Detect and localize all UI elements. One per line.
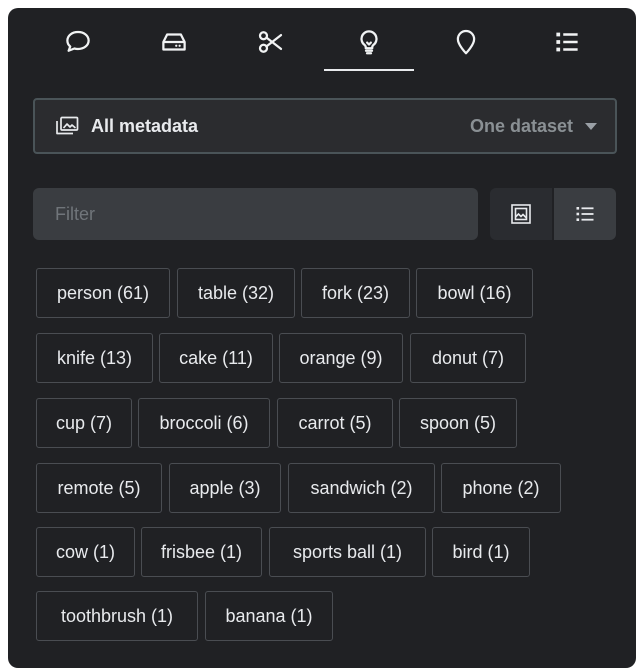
caret-down-icon — [585, 122, 597, 130]
tag-chip[interactable]: spoon (5) — [399, 398, 517, 448]
tag-chip[interactable]: sports ball (1) — [269, 527, 426, 577]
map-pin-icon — [456, 29, 476, 55]
tag-chip[interactable]: phone (2) — [441, 463, 561, 513]
tag-chip[interactable]: sandwich (2) — [288, 463, 435, 513]
tag-chip[interactable]: carrot (5) — [277, 398, 393, 448]
tag-chip[interactable]: orange (9) — [279, 333, 403, 383]
list-view-icon — [576, 207, 594, 221]
tab-list[interactable] — [532, 20, 602, 64]
image-stack-icon — [55, 115, 81, 137]
tag-chip[interactable]: bowl (16) — [416, 268, 533, 318]
list-icon — [556, 32, 578, 52]
tag-chip[interactable]: knife (13) — [36, 333, 153, 383]
tag-chip[interactable]: person (61) — [36, 268, 170, 318]
tag-chip[interactable]: cow (1) — [36, 527, 135, 577]
metadata-panel: All metadata One dataset person (61) tab… — [8, 8, 636, 668]
object-view-toggle[interactable] — [490, 188, 552, 240]
tag-chip[interactable]: banana (1) — [205, 591, 333, 641]
list-view-toggle[interactable] — [554, 188, 616, 240]
tag-chip[interactable]: table (32) — [177, 268, 295, 318]
scissors-icon — [258, 31, 283, 53]
tab-bar — [8, 8, 636, 80]
tab-scissors[interactable] — [236, 20, 306, 64]
tab-insights[interactable] — [334, 20, 404, 64]
object-detect-icon — [511, 204, 531, 224]
tag-chip[interactable]: bird (1) — [432, 527, 530, 577]
lightbulb-icon — [360, 30, 378, 55]
tag-chip[interactable]: apple (3) — [169, 463, 281, 513]
tab-location[interactable] — [431, 20, 501, 64]
tag-chip[interactable]: fork (23) — [301, 268, 410, 318]
tag-chip[interactable]: cake (11) — [159, 333, 273, 383]
tag-chip[interactable]: toothbrush (1) — [36, 591, 198, 641]
chat-bubble-icon — [66, 30, 90, 52]
tab-drive[interactable] — [139, 20, 209, 64]
hard-drive-icon — [162, 33, 186, 51]
dataset-scope: One dataset — [470, 116, 597, 137]
tag-chip[interactable]: broccoli (6) — [138, 398, 270, 448]
tag-chip[interactable]: frisbee (1) — [141, 527, 262, 577]
active-tab-indicator — [324, 69, 414, 71]
tag-chip[interactable]: donut (7) — [410, 333, 526, 383]
metadata-source-label: All metadata — [91, 115, 199, 136]
tag-chip[interactable]: cup (7) — [36, 398, 132, 448]
filter-input[interactable] — [33, 188, 478, 240]
tag-chip[interactable]: remote (5) — [36, 463, 162, 513]
tab-chat[interactable] — [43, 20, 113, 64]
dataset-scope-label: One dataset — [469, 115, 573, 136]
metadata-source-dropdown[interactable]: All metadata One dataset — [33, 98, 617, 154]
